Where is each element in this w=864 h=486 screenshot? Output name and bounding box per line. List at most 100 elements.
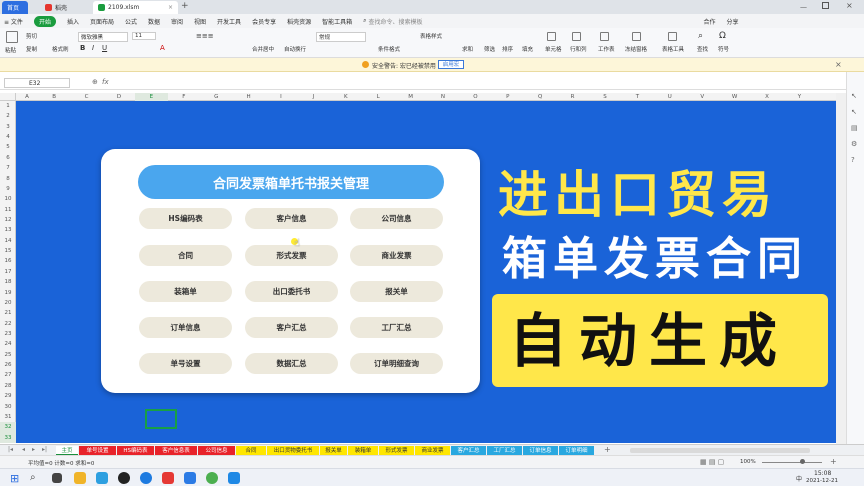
symbol-button[interactable]: 符号: [718, 45, 729, 53]
column-header-H[interactable]: H: [232, 93, 264, 101]
conditional-format-button[interactable]: 条件格式: [378, 45, 400, 53]
pointer-tool-icon[interactable]: ↖: [851, 92, 857, 100]
column-header-O[interactable]: O: [459, 93, 491, 101]
menu-page-layout[interactable]: 页面布局: [90, 17, 114, 26]
wps-icon[interactable]: [162, 472, 174, 484]
row-header-5[interactable]: 5: [0, 142, 16, 152]
menu-insert[interactable]: 插入: [67, 17, 79, 26]
task-view-icon[interactable]: [52, 473, 62, 483]
row-header-24[interactable]: 24: [0, 339, 16, 349]
wechat-icon[interactable]: [206, 472, 218, 484]
worksheet-button[interactable]: 工作表: [598, 45, 615, 53]
menu-docer[interactable]: 稻壳资源: [287, 17, 311, 26]
column-header-V[interactable]: V: [686, 93, 718, 101]
row-header-12[interactable]: 12: [0, 215, 16, 225]
column-header-A[interactable]: A: [16, 93, 38, 101]
menu-member[interactable]: 会员专享: [252, 17, 276, 26]
customer-info-button[interactable]: 客户信息: [245, 208, 338, 229]
proforma-invoice-button[interactable]: 形式发票: [245, 245, 338, 266]
packing-list-button[interactable]: 装箱单: [139, 281, 232, 302]
column-header-W[interactable]: W: [718, 93, 750, 101]
row-header-22[interactable]: 22: [0, 319, 16, 329]
contract-button[interactable]: 合同: [139, 245, 232, 266]
row-header-16[interactable]: 16: [0, 256, 16, 266]
select-all-corner[interactable]: [0, 93, 16, 101]
table-style-button[interactable]: 表格样式: [420, 32, 442, 40]
menu-data[interactable]: 数据: [148, 17, 160, 26]
tab-home[interactable]: 首页: [2, 1, 28, 14]
name-box[interactable]: E32: [4, 78, 70, 88]
column-header-C[interactable]: C: [70, 93, 102, 101]
find-button[interactable]: 查找: [697, 45, 708, 53]
column-header-G[interactable]: G: [200, 93, 232, 101]
font-size-select[interactable]: 11: [132, 32, 156, 40]
format-tool-icon[interactable]: ▤: [851, 124, 858, 132]
column-header-D[interactable]: D: [103, 93, 135, 101]
row-header-27[interactable]: 27: [0, 370, 16, 380]
menu-formulas[interactable]: 公式: [125, 17, 137, 26]
order-detail-query-button[interactable]: 订单明细查询: [350, 353, 443, 374]
column-header-B[interactable]: B: [38, 93, 70, 101]
vertical-scrollbar[interactable]: [836, 93, 846, 444]
italic-button[interactable]: I: [92, 44, 94, 52]
menu-smart-tools[interactable]: 智能工具箱: [322, 17, 352, 26]
view-mode-icon[interactable]: ▦ ▤ ▢: [700, 458, 724, 466]
app-icon[interactable]: [228, 472, 240, 484]
app-blue-icon[interactable]: [184, 472, 196, 484]
data-summary-button[interactable]: 数据汇总: [245, 353, 338, 374]
sort-button[interactable]: 排序: [502, 45, 513, 53]
command-search-input[interactable]: 查找命令、搜索模板: [368, 17, 422, 26]
row-header-25[interactable]: 25: [0, 350, 16, 360]
row-header-19[interactable]: 19: [0, 288, 16, 298]
column-header-S[interactable]: S: [589, 93, 621, 101]
column-header-F[interactable]: F: [168, 93, 200, 101]
column-header-T[interactable]: T: [621, 93, 653, 101]
column-header-R[interactable]: R: [556, 93, 588, 101]
row-header-30[interactable]: 30: [0, 402, 16, 412]
cut-button[interactable]: 剪切: [26, 32, 37, 40]
filter-button[interactable]: 筛选: [484, 45, 495, 53]
column-header-X[interactable]: X: [751, 93, 783, 101]
zoom-level[interactable]: 100%: [740, 459, 756, 465]
row-header-28[interactable]: 28: [0, 381, 16, 391]
edge-icon[interactable]: [140, 472, 152, 484]
zoom-slider[interactable]: [762, 462, 822, 463]
help-icon[interactable]: ?: [851, 156, 855, 164]
row-header-26[interactable]: 26: [0, 360, 16, 370]
select-tool-icon[interactable]: ↖: [851, 108, 857, 116]
row-header-1[interactable]: 1: [0, 101, 16, 111]
row-header-29[interactable]: 29: [0, 391, 16, 401]
zoom-in-icon[interactable]: +: [830, 457, 837, 466]
column-header-P[interactable]: P: [492, 93, 524, 101]
column-header-U[interactable]: U: [654, 93, 686, 101]
windows-start-icon[interactable]: ⊞: [10, 472, 19, 485]
window-close-icon[interactable]: ×: [846, 1, 853, 10]
customer-summary-button[interactable]: 客户汇总: [245, 317, 338, 338]
sum-button[interactable]: 求和: [462, 45, 473, 53]
close-warning-icon[interactable]: ×: [835, 60, 842, 69]
merge-center-button[interactable]: 合并居中: [252, 45, 274, 53]
font-color-button[interactable]: A: [160, 44, 165, 52]
paste-icon[interactable]: [6, 31, 18, 43]
column-header-I[interactable]: I: [265, 93, 297, 101]
commercial-invoice-button[interactable]: 商业发票: [350, 245, 443, 266]
menu-file[interactable]: ≡ 文件: [4, 17, 23, 26]
row-header-15[interactable]: 15: [0, 246, 16, 256]
order-info-button[interactable]: 订单信息: [139, 317, 232, 338]
new-tab-button[interactable]: +: [181, 1, 189, 11]
cell-button[interactable]: 单元格: [545, 45, 562, 53]
export-entrust-button[interactable]: 出口委托书: [245, 281, 338, 302]
selected-cell[interactable]: [145, 409, 177, 429]
last-sheet-icon[interactable]: ▸|: [42, 446, 47, 453]
row-header-20[interactable]: 20: [0, 298, 16, 308]
paste-button[interactable]: 粘贴: [5, 46, 16, 54]
menu-review[interactable]: 审阅: [171, 17, 183, 26]
row-header-11[interactable]: 11: [0, 205, 16, 215]
row-header-33[interactable]: 33: [0, 432, 16, 443]
row-header-14[interactable]: 14: [0, 236, 16, 246]
settings-icon[interactable]: ⚙: [851, 140, 857, 148]
row-header-17[interactable]: 17: [0, 267, 16, 277]
column-header-J[interactable]: J: [297, 93, 329, 101]
row-header-6[interactable]: 6: [0, 153, 16, 163]
wrap-text-button[interactable]: 自动换行: [284, 45, 306, 53]
